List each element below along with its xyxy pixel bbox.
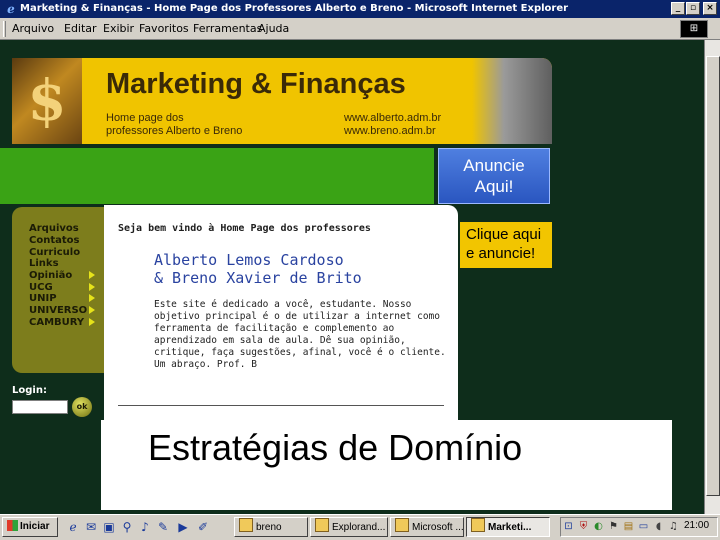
menu-exibir[interactable]: Exibir <box>103 22 134 35</box>
task-label: Marketi... <box>488 522 532 533</box>
task-label: breno <box>256 522 282 533</box>
window-titlebar: ℯ Marketing & Finanças - Home Page dos P… <box>0 0 720 18</box>
site-brand: Marketing & Finanças <box>106 68 406 100</box>
shield-icon[interactable]: ⛨ <box>577 520 590 533</box>
professor-names: Alberto Lemos Cardoso & Breno Xavier de … <box>154 251 362 287</box>
login-ok-button[interactable]: ok <box>72 397 92 417</box>
professor-name-1: Alberto Lemos Cardoso <box>154 251 344 269</box>
task-label: Explorand... <box>332 522 386 533</box>
antenna-icon[interactable]: ⚑ <box>607 520 620 533</box>
desktop-icon[interactable]: ▣ <box>102 520 116 534</box>
arrow-right-icon <box>89 271 95 279</box>
sidebar-item-curriculo[interactable]: Curriculo <box>29 247 80 258</box>
window-title: Marketing & Finanças - Home Page dos Pro… <box>20 3 569 14</box>
sidebar-item-unip[interactable]: UNIP <box>29 293 57 304</box>
speaker-icon[interactable]: ◖ <box>652 520 665 533</box>
device-icon[interactable]: ◐ <box>592 520 605 533</box>
professor-name-2: & Breno Xavier de Brito <box>154 269 362 287</box>
caption-text: Estratégias de Domínio <box>148 427 523 468</box>
vertical-scrollbar[interactable] <box>704 40 720 514</box>
url-alberto[interactable]: www.alberto.adm.br <box>344 112 441 125</box>
ie-icon[interactable]: ℯ <box>66 520 80 534</box>
sidebar-item-cambury[interactable]: CAMBURY <box>29 317 84 328</box>
ie-icon <box>471 518 485 532</box>
minimize-button[interactable]: _ <box>671 2 685 15</box>
arrow-right-icon <box>89 294 95 302</box>
ad1-line-2: Aqui! <box>474 177 514 196</box>
sidebar-item-universo[interactable]: UNIVERSO <box>29 305 87 316</box>
task-label: Microsoft ... <box>412 522 464 533</box>
sidebar-item-opiniao[interactable]: Opinião <box>29 270 72 281</box>
outlook-icon[interactable]: ✉ <box>84 520 98 534</box>
monitor-icon[interactable]: ▭ <box>637 520 650 533</box>
menu-arquivo[interactable]: Arquivo <box>12 22 54 35</box>
search-icon[interactable]: ⚲ <box>120 520 134 534</box>
start-label: Iniciar <box>20 521 50 532</box>
scrollbar-thumb[interactable] <box>706 56 720 496</box>
green-banner-bar <box>0 148 434 204</box>
menu-ajuda[interactable]: Ajuda <box>258 22 289 35</box>
task-breno[interactable]: breno <box>234 517 308 537</box>
tagline-line-1: Home page dos <box>106 112 184 124</box>
sidebar-item-arquivos[interactable]: Arquivos <box>29 223 79 234</box>
sidebar-item-contatos[interactable]: Contatos <box>29 235 79 246</box>
menu-favoritos[interactable]: Favoritos <box>139 22 189 35</box>
task-marketing[interactable]: Marketi... <box>466 517 550 537</box>
sidebar-item-ucg[interactable]: UCG <box>29 282 53 293</box>
windows-flag-icon <box>7 520 18 531</box>
login-label: Login: <box>12 385 47 396</box>
site-tagline: Home page dos professores Alberto e Bren… <box>106 112 242 138</box>
ad2-line-1: Clique aqui <box>466 226 542 243</box>
stock-chart-graphic <box>472 58 552 144</box>
pen-icon[interactable]: ✎ <box>156 520 170 534</box>
task-microsoft[interactable]: Microsoft ... <box>390 517 464 537</box>
task-explorando[interactable]: Explorand... <box>310 517 388 537</box>
arrow-right-icon <box>89 306 95 314</box>
menu-editar[interactable]: Editar <box>64 22 97 35</box>
intro-paragraph: Este site é dedicado a você, estudante. … <box>154 299 446 370</box>
url-breno[interactable]: www.breno.adm.br <box>344 125 441 138</box>
arrow-right-icon <box>89 318 95 326</box>
arrow-icon[interactable]: ▶ <box>176 520 190 534</box>
folder-icon <box>239 518 253 532</box>
sidebar-item-links[interactable]: Links <box>29 258 59 269</box>
arrow-right-icon <box>89 283 95 291</box>
content-divider <box>118 405 444 406</box>
tagline-line-2: professores Alberto e Breno <box>106 125 243 137</box>
welcome-heading: Seja bem vindo à Home Page dos professor… <box>118 223 371 234</box>
maximize-button[interactable]: ▫ <box>686 2 700 15</box>
network-icon[interactable]: ⊡ <box>562 520 575 533</box>
toolbar-grip[interactable] <box>3 21 6 37</box>
pencil-icon[interactable]: ✐ <box>196 520 210 534</box>
site-urls: www.alberto.adm.br www.breno.adm.br <box>344 112 441 138</box>
login-input[interactable] <box>12 400 68 414</box>
dollar-coin-logo: $ <box>12 58 82 144</box>
site-banner: $ Marketing & Finanças Home page dos pro… <box>12 58 552 144</box>
powerpoint-icon <box>395 518 409 532</box>
advertise-here-ad[interactable]: Anuncie Aqui! <box>438 148 550 204</box>
media-icon[interactable]: ♪ <box>138 520 152 534</box>
start-button[interactable]: Iniciar <box>2 517 58 537</box>
printer-icon[interactable]: ▤ <box>622 520 635 533</box>
windows-logo-icon: ⊞ <box>680 20 708 38</box>
internet-explorer-icon: ℯ <box>7 2 15 16</box>
click-to-advertise-ad[interactable]: Clique aqui e anuncie! <box>460 222 552 268</box>
volume-icon[interactable]: ♫ <box>667 520 680 533</box>
close-button[interactable]: × <box>703 2 717 15</box>
taskbar-clock: 21:00 <box>684 520 710 531</box>
menu-ferramentas[interactable]: Ferramentas <box>193 22 262 35</box>
ad1-line-1: Anuncie <box>463 156 525 175</box>
menu-bar: Arquivo Editar Exibir Favoritos Ferramen… <box>0 18 720 40</box>
ad2-line-2: e anuncie! <box>466 245 536 262</box>
window-icon <box>315 518 329 532</box>
